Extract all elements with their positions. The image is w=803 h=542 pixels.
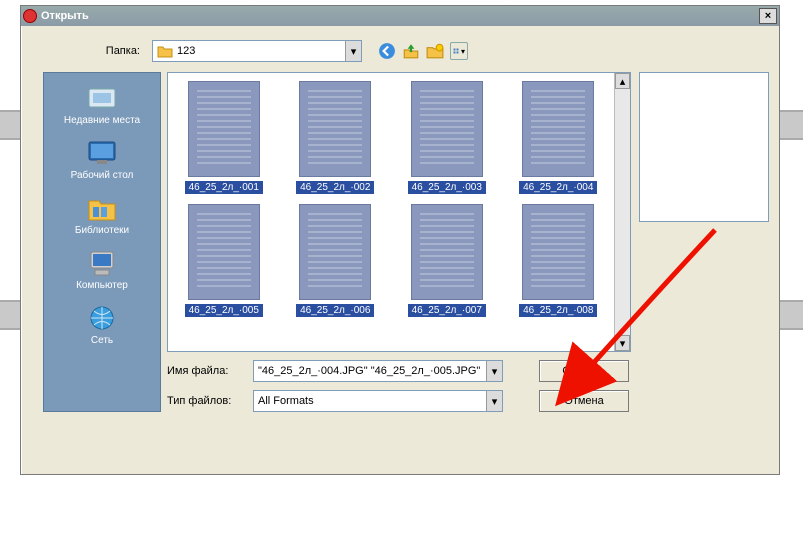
- computer-icon: [85, 248, 119, 278]
- view-menu-icon[interactable]: ▾: [450, 42, 468, 60]
- close-button[interactable]: ×: [759, 8, 777, 24]
- chevron-down-icon[interactable]: ▾: [345, 41, 361, 61]
- cancel-button[interactable]: Отмена: [539, 390, 629, 412]
- place-label: Сеть: [91, 335, 113, 346]
- file-item[interactable]: 46_25_2л_·007: [395, 204, 499, 317]
- filetype-value: All Formats: [254, 395, 486, 407]
- filename-input[interactable]: "46_25_2л_·004.JPG" "46_25_2л_·005.JPG" …: [253, 360, 503, 382]
- place-label: Рабочий стол: [71, 170, 134, 181]
- file-item[interactable]: 46_25_2л_·005: [172, 204, 276, 317]
- filename-value: "46_25_2л_·004.JPG" "46_25_2л_·005.JPG": [254, 365, 486, 377]
- place-label: Недавние места: [64, 115, 140, 126]
- libraries-icon: [85, 193, 119, 223]
- network-icon: [85, 303, 119, 333]
- place-desktop[interactable]: Рабочий стол: [44, 134, 160, 185]
- file-item[interactable]: 46_25_2л_·008: [507, 204, 611, 317]
- scrollbar[interactable]: ▴ ▾: [614, 73, 630, 351]
- scroll-up-icon[interactable]: ▴: [615, 73, 630, 89]
- up-icon[interactable]: [402, 42, 420, 60]
- chevron-down-icon[interactable]: ▾: [486, 361, 502, 381]
- place-network[interactable]: Сеть: [44, 299, 160, 350]
- open-dialog: Открыть × Папка: 123 ▾ ▾ Недавние места: [20, 5, 780, 475]
- file-item[interactable]: 46_25_2л_·001: [172, 81, 276, 194]
- chevron-down-icon[interactable]: ▾: [486, 391, 502, 411]
- place-recent[interactable]: Недавние места: [44, 79, 160, 130]
- file-item[interactable]: 46_25_2л_·003: [395, 81, 499, 194]
- back-icon[interactable]: [378, 42, 396, 60]
- close-icon: ×: [765, 10, 771, 22]
- folder-icon: [157, 43, 173, 59]
- place-label: Библиотеки: [75, 225, 129, 236]
- scroll-down-icon[interactable]: ▾: [615, 335, 630, 351]
- titlebar: Открыть ×: [21, 6, 779, 26]
- app-icon: [23, 9, 37, 23]
- folder-combo[interactable]: 123 ▾: [152, 40, 362, 62]
- file-item[interactable]: 46_25_2л_·002: [284, 81, 388, 194]
- filetype-label: Тип файлов:: [167, 395, 245, 407]
- recent-icon: [85, 83, 119, 113]
- filetype-select[interactable]: All Formats ▾: [253, 390, 503, 412]
- new-folder-icon[interactable]: [426, 42, 444, 60]
- file-list[interactable]: 46_25_2л_·001 46_25_2л_·002 46_25_2л_·00…: [167, 72, 631, 352]
- preview-pane: [639, 72, 769, 222]
- open-button[interactable]: Открыть: [539, 360, 629, 382]
- dialog-title: Открыть: [41, 10, 89, 22]
- folder-label: Папка:: [31, 45, 146, 57]
- place-libraries[interactable]: Библиотеки: [44, 189, 160, 240]
- desktop-icon: [85, 138, 119, 168]
- places-bar: Недавние места Рабочий стол Библиотеки К…: [43, 72, 161, 412]
- file-item[interactable]: 46_25_2л_·006: [284, 204, 388, 317]
- folder-value: 123: [177, 45, 345, 57]
- place-computer[interactable]: Компьютер: [44, 244, 160, 295]
- filename-label: Имя файла:: [167, 365, 245, 377]
- file-item[interactable]: 46_25_2л_·004: [507, 81, 611, 194]
- place-label: Компьютер: [76, 280, 128, 291]
